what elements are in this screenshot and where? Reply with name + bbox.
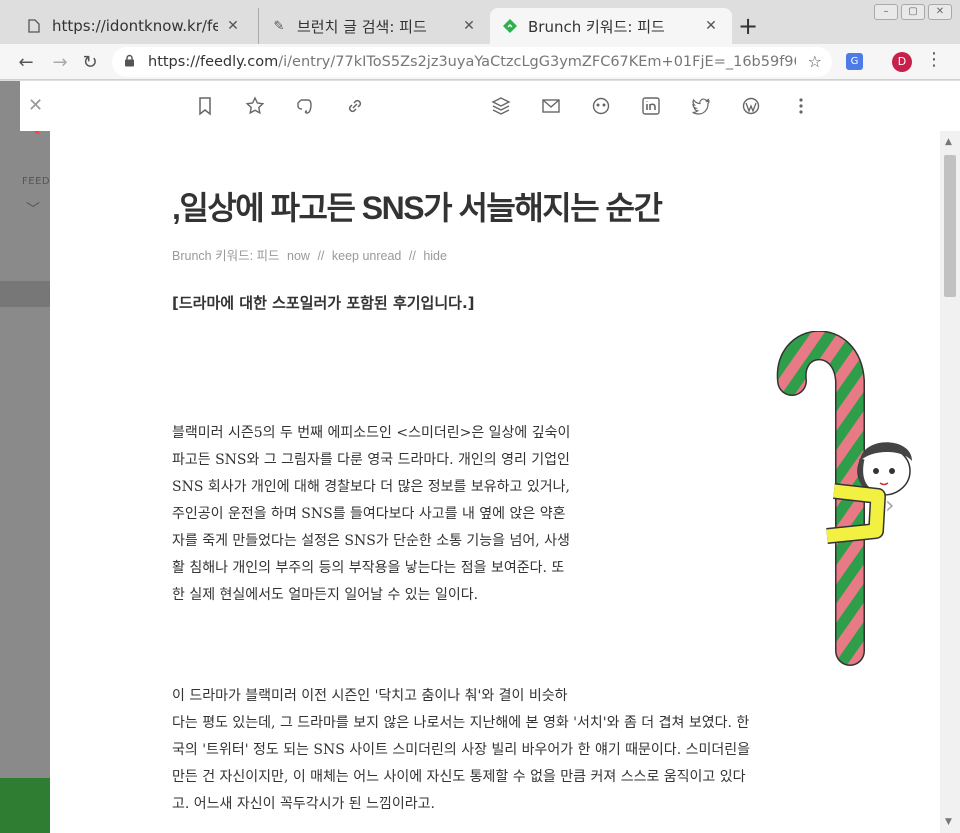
url-host: https://feedly.com: [148, 54, 279, 70]
tab-brunch-search[interactable]: ✎ 브런치 글 검색: 피드 ✕: [258, 8, 490, 44]
window-controls: – ▢ ✕: [874, 4, 952, 20]
text-line: 다는 평도 있는데, 그 드라마를 보지 않은 나로서는 지난해에 본 영화 '…: [172, 715, 750, 731]
url-text: https://feedly.com/i/entry/77kIToS5Zs2jz…: [148, 54, 796, 70]
timestamp: now: [287, 249, 310, 263]
text-line: 파고든 SNS와 그 그림자를 다룬 영국 드라마다. 개인의 영리 기업인: [172, 452, 570, 468]
sidebar-green-bar: [0, 778, 50, 833]
meta-separator: //: [408, 249, 416, 263]
tab-close-icon[interactable]: ✕: [224, 18, 242, 34]
text-line: SNS 회사가 개인에 대해 경찰보다 더 많은 정보를 보유하고 있거나,: [172, 479, 570, 495]
bookmark-star-icon[interactable]: ☆: [808, 52, 822, 71]
pen-icon: ✎: [273, 18, 285, 34]
entry-toolbar: ✕: [20, 81, 940, 131]
star-icon[interactable]: [242, 93, 268, 119]
text-line: 국의 '트위터' 정도 되는 SNS 사이트 스미더린의 사장 빌리 바우어가 …: [172, 742, 750, 758]
keep-unread-link[interactable]: keep unread: [332, 249, 402, 263]
text-line: 한 실제 현실에서도 얼마든지 일어날 수 있는 일이다.: [172, 587, 479, 603]
profile-avatar[interactable]: D: [892, 52, 912, 72]
maximize-icon[interactable]: ▢: [901, 4, 925, 20]
scroll-up-icon[interactable]: ▲: [945, 137, 952, 147]
link-icon[interactable]: [342, 93, 368, 119]
candy-cane-illustration: [776, 331, 912, 666]
bookmark-icon[interactable]: [192, 93, 218, 119]
article-pane: ,일상에 파고든 SNS가 서늘해지는 순간 Brunch 키워드: 피드 no…: [50, 131, 940, 833]
new-tab-icon[interactable]: +: [738, 12, 758, 40]
linkedin-icon[interactable]: [638, 93, 664, 119]
article-meta: Brunch 키워드: 피드 now // keep unread // hid…: [172, 245, 822, 264]
feedly-sidebar-overlay: 🔖 FEED ﹀: [0, 81, 50, 833]
page-content: 🔖 FEED ﹀ ✕: [0, 81, 960, 833]
scrollbar-thumb[interactable]: [944, 155, 956, 297]
address-bar[interactable]: https://feedly.com/i/entry/77kIToS5Zs2jz…: [112, 47, 832, 77]
share-icon[interactable]: [588, 93, 614, 119]
browser-menu-icon[interactable]: ⋮: [925, 49, 943, 70]
tab-title: https://idontknow.kr/fee: [52, 17, 218, 35]
article-title[interactable]: ,일상에 파고든 SNS가 서늘해지는 순간: [172, 183, 822, 229]
text-line: 블랙미러 시즌5의 두 번째 에피소드인 <스미더린>은 일상에 깊숙이: [172, 425, 571, 441]
text-line: 만든 건 자신이지만, 이 매체는 어느 사이에 자신도 통제할 수 없을 만큼…: [172, 769, 746, 785]
feeds-label: FEED: [22, 176, 51, 187]
text-line: 이 드라마가 블랙미러 이전 시즌인 '닥치고 춤이나 춰'와 결이 비슷하: [172, 688, 568, 704]
url-path: /i/entry/77kIToS5Zs2jz3uyaYaCtzcLgG3ymZF…: [278, 54, 796, 70]
translate-extension-icon[interactable]: G: [846, 53, 863, 70]
text-line: 활 침해나 개인의 부주의 등의 부작용을 낳는다는 점을 보여준다. 또: [172, 560, 565, 576]
next-article-chevron-icon[interactable]: ›: [885, 491, 895, 519]
article-body: ,일상에 파고든 SNS가 서늘해지는 순간 Brunch 키워드: 피드 no…: [172, 183, 912, 812]
source-link[interactable]: Brunch 키워드: 피드: [172, 249, 280, 263]
twitter-icon[interactable]: [688, 93, 714, 119]
page-icon: [26, 18, 42, 34]
article-paragraph-1: 블랙미러 시즌5의 두 번째 에피소드인 <스미더린>은 일상에 깊숙이 파고든…: [172, 420, 622, 609]
tab-strip: https://idontknow.kr/fee ✕ ✎ 브런치 글 검색: 피…: [0, 0, 960, 44]
text-line: 자를 죽게 만들었다는 설정은 SNS가 단순한 소통 기능을 넘어, 사생: [172, 533, 570, 549]
browser-toolbar: ← → ↻ https://feedly.com/i/entry/77kIToS…: [0, 44, 960, 80]
article-paragraph-2: 이 드라마가 블랙미러 이전 시즌인 '닥치고 춤이나 춰'와 결이 비슷하 다…: [172, 683, 822, 818]
tab-idontknow[interactable]: https://idontknow.kr/fee ✕: [14, 8, 254, 44]
close-icon[interactable]: ✕: [28, 95, 43, 116]
buffer-icon[interactable]: [488, 93, 514, 119]
close-window-icon[interactable]: ✕: [928, 4, 952, 20]
reload-icon[interactable]: ↻: [76, 48, 104, 76]
feedly-icon: [502, 18, 518, 34]
more-icon[interactable]: [788, 93, 814, 119]
tab-title: 브런치 글 검색: 피드: [297, 17, 427, 36]
minimize-icon[interactable]: –: [874, 4, 898, 20]
text-line: 고. 어느새 자신이 꼭두각시가 된 느낌이라고.: [172, 796, 435, 812]
lock-icon: [124, 54, 138, 70]
back-arrow-icon[interactable]: ←: [12, 48, 40, 76]
wordpress-icon[interactable]: [738, 93, 764, 119]
text-line: 주인공이 운전을 하며 SNS를 들여다보다 사고를 내 옆에 앉은 약혼: [172, 506, 566, 522]
evernote-icon[interactable]: [292, 93, 318, 119]
mail-icon[interactable]: [538, 93, 564, 119]
tab-close-icon[interactable]: ✕: [460, 18, 478, 34]
tab-title: Brunch 키워드: 피드: [528, 17, 665, 36]
tab-brunch-keyword[interactable]: Brunch 키워드: 피드 ✕: [490, 8, 732, 44]
scroll-down-icon[interactable]: ▼: [945, 817, 952, 827]
hide-link[interactable]: hide: [423, 249, 447, 263]
chevron-down-icon: ﹀: [26, 202, 40, 218]
forward-arrow-icon[interactable]: →: [46, 48, 74, 76]
spoiler-notice: [드라마에 대한 스포일러가 포함된 후기입니다.]: [172, 294, 475, 312]
tab-close-icon[interactable]: ✕: [702, 18, 720, 34]
meta-separator: //: [317, 249, 325, 263]
sidebar-selected-row: [0, 281, 50, 307]
scrollbar[interactable]: ▲ ▼: [940, 131, 960, 833]
